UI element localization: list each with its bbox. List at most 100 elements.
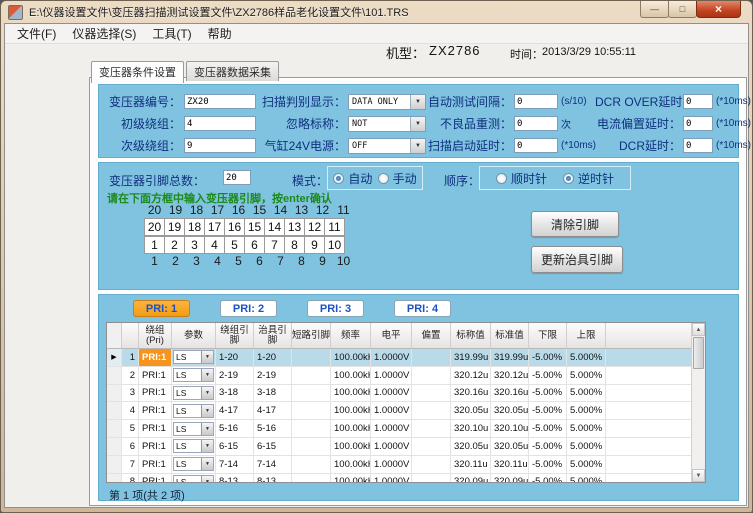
pin-input[interactable]: 16: [224, 218, 245, 236]
param-dropdown[interactable]: LS▼: [173, 350, 214, 364]
row-selector[interactable]: [107, 474, 122, 482]
cell-fixture_pins[interactable]: 6-15: [254, 438, 292, 455]
pin-input[interactable]: 3: [184, 236, 205, 254]
param-dropdown[interactable]: LS▼: [173, 439, 214, 453]
pin-input[interactable]: 11: [324, 218, 345, 236]
secondary-winding-input[interactable]: [184, 138, 256, 153]
cell-freq[interactable]: 100.00kHz: [331, 385, 371, 402]
scan-start-delay-input[interactable]: [514, 138, 558, 153]
cell-short_pins[interactable]: [292, 456, 331, 473]
scan-judge-display-select[interactable]: DATA ONLY ▼: [348, 94, 426, 110]
cell-short_pins[interactable]: [292, 367, 331, 384]
cell-lower[interactable]: -5.00%: [529, 402, 567, 419]
cell-freq[interactable]: 100.00kHz: [331, 402, 371, 419]
cell-freq[interactable]: 100.00kHz: [331, 438, 371, 455]
cell-level[interactable]: 1.0000V: [371, 367, 412, 384]
pin-input[interactable]: 10: [324, 236, 345, 254]
cell-upper[interactable]: 5.000%: [567, 367, 606, 384]
param-dropdown[interactable]: LS▼: [173, 475, 214, 482]
cell-lower[interactable]: -5.00%: [529, 456, 567, 473]
table-row[interactable]: 2PRI:1LS▼2-192-19100.00kHz1.0000V320.12u…: [107, 367, 691, 385]
table-scrollbar[interactable]: ▲ ▼: [691, 323, 705, 482]
cell-winding_pins[interactable]: 7-14: [216, 456, 254, 473]
cell-upper[interactable]: 5.000%: [567, 474, 606, 482]
pin-input[interactable]: 8: [284, 236, 305, 254]
scroll-down-icon[interactable]: ▼: [692, 469, 705, 482]
cell-winding[interactable]: PRI:1: [139, 456, 172, 473]
cell-standard[interactable]: 319.99u: [491, 349, 529, 366]
primary-winding-input[interactable]: [184, 116, 256, 131]
clear-pins-button[interactable]: 清除引脚: [531, 211, 619, 237]
cell-short_pins[interactable]: [292, 420, 331, 437]
cell-bias[interactable]: [412, 385, 451, 402]
table-row[interactable]: 3PRI:1LS▼3-183-18100.00kHz1.0000V320.16u…: [107, 385, 691, 403]
cell-lower[interactable]: -5.00%: [529, 474, 567, 482]
cell-lower[interactable]: -5.00%: [529, 438, 567, 455]
param-cell[interactable]: LS▼: [172, 367, 216, 384]
cell-freq[interactable]: 100.00kHz: [331, 367, 371, 384]
param-cell[interactable]: LS▼: [172, 420, 216, 437]
pin-input[interactable]: 15: [244, 218, 265, 236]
menu-item[interactable]: 工具(T): [144, 23, 199, 44]
table-row[interactable]: 5PRI:1LS▼5-165-16100.00kHz1.0000V320.10u…: [107, 420, 691, 438]
cell-level[interactable]: 1.0000V: [371, 385, 412, 402]
param-cell[interactable]: LS▼: [172, 438, 216, 455]
cell-level[interactable]: 1.0000V: [371, 420, 412, 437]
pin-input[interactable]: 7: [264, 236, 285, 254]
pin-input[interactable]: 12: [304, 218, 325, 236]
cell-standard[interactable]: 320.12u: [491, 367, 529, 384]
param-dropdown[interactable]: LS▼: [173, 404, 214, 418]
pin-input[interactable]: 9: [304, 236, 325, 254]
param-cell[interactable]: LS▼: [172, 474, 216, 482]
pin-input[interactable]: 5: [224, 236, 245, 254]
cell-winding_pins[interactable]: 2-19: [216, 367, 254, 384]
cell-standard[interactable]: 320.05u: [491, 402, 529, 419]
cell-winding_pins[interactable]: 6-15: [216, 438, 254, 455]
main-tab[interactable]: 变压器数据采集: [186, 61, 279, 81]
cell-winding[interactable]: PRI:1: [139, 474, 172, 482]
table-row[interactable]: 4PRI:1LS▼4-174-17100.00kHz1.0000V320.05u…: [107, 402, 691, 420]
pin-input[interactable]: 1: [144, 236, 165, 254]
cell-winding_pins[interactable]: 8-13: [216, 474, 254, 482]
defective-retest-input[interactable]: [514, 116, 558, 131]
cell-nominal[interactable]: 320.09u: [451, 474, 491, 482]
maximize-button[interactable]: □: [668, 1, 697, 18]
table-row[interactable]: 6PRI:1LS▼6-156-15100.00kHz1.0000V320.05u…: [107, 438, 691, 456]
pin-input[interactable]: 18: [184, 218, 205, 236]
cell-nominal[interactable]: 320.16u: [451, 385, 491, 402]
cell-bias[interactable]: [412, 367, 451, 384]
cell-short_pins[interactable]: [292, 385, 331, 402]
cell-standard[interactable]: 320.11u: [491, 456, 529, 473]
minimize-button[interactable]: —: [640, 1, 669, 18]
main-tab[interactable]: 变压器条件设置: [91, 61, 184, 83]
chevron-down-icon[interactable]: ▼: [201, 476, 213, 482]
cell-upper[interactable]: 5.000%: [567, 456, 606, 473]
param-cell[interactable]: LS▼: [172, 456, 216, 473]
cell-level[interactable]: 1.0000V: [371, 349, 412, 366]
cell-fixture_pins[interactable]: 8-13: [254, 474, 292, 482]
cell-bias[interactable]: [412, 438, 451, 455]
row-selector[interactable]: [107, 456, 122, 473]
pin-input[interactable]: 17: [204, 218, 225, 236]
cell-short_pins[interactable]: [292, 402, 331, 419]
order-counterclockwise-radio[interactable]: 逆时针: [563, 170, 614, 187]
cell-lower[interactable]: -5.00%: [529, 420, 567, 437]
cell-winding_pins[interactable]: 4-17: [216, 402, 254, 419]
cell-nominal[interactable]: 320.10u: [451, 420, 491, 437]
ignore-nominal-select[interactable]: NOT ▼: [348, 116, 426, 132]
cell-winding[interactable]: PRI:1: [139, 385, 172, 402]
param-dropdown[interactable]: LS▼: [173, 386, 214, 400]
cell-level[interactable]: 1.0000V: [371, 456, 412, 473]
cylinder-24v-power-select[interactable]: OFF ▼: [348, 138, 426, 154]
cell-level[interactable]: 1.0000V: [371, 402, 412, 419]
cell-standard[interactable]: 320.16u: [491, 385, 529, 402]
cell-freq[interactable]: 100.00kHz: [331, 420, 371, 437]
chevron-down-icon[interactable]: ▼: [410, 117, 425, 131]
cell-freq[interactable]: 100.00kHz: [331, 349, 371, 366]
chevron-down-icon[interactable]: ▼: [410, 95, 425, 109]
cell-nominal[interactable]: 320.12u: [451, 367, 491, 384]
cell-winding[interactable]: PRI:1: [139, 349, 172, 366]
cell-winding[interactable]: PRI:1: [139, 438, 172, 455]
cell-fixture_pins[interactable]: 7-14: [254, 456, 292, 473]
cell-short_pins[interactable]: [292, 349, 331, 366]
